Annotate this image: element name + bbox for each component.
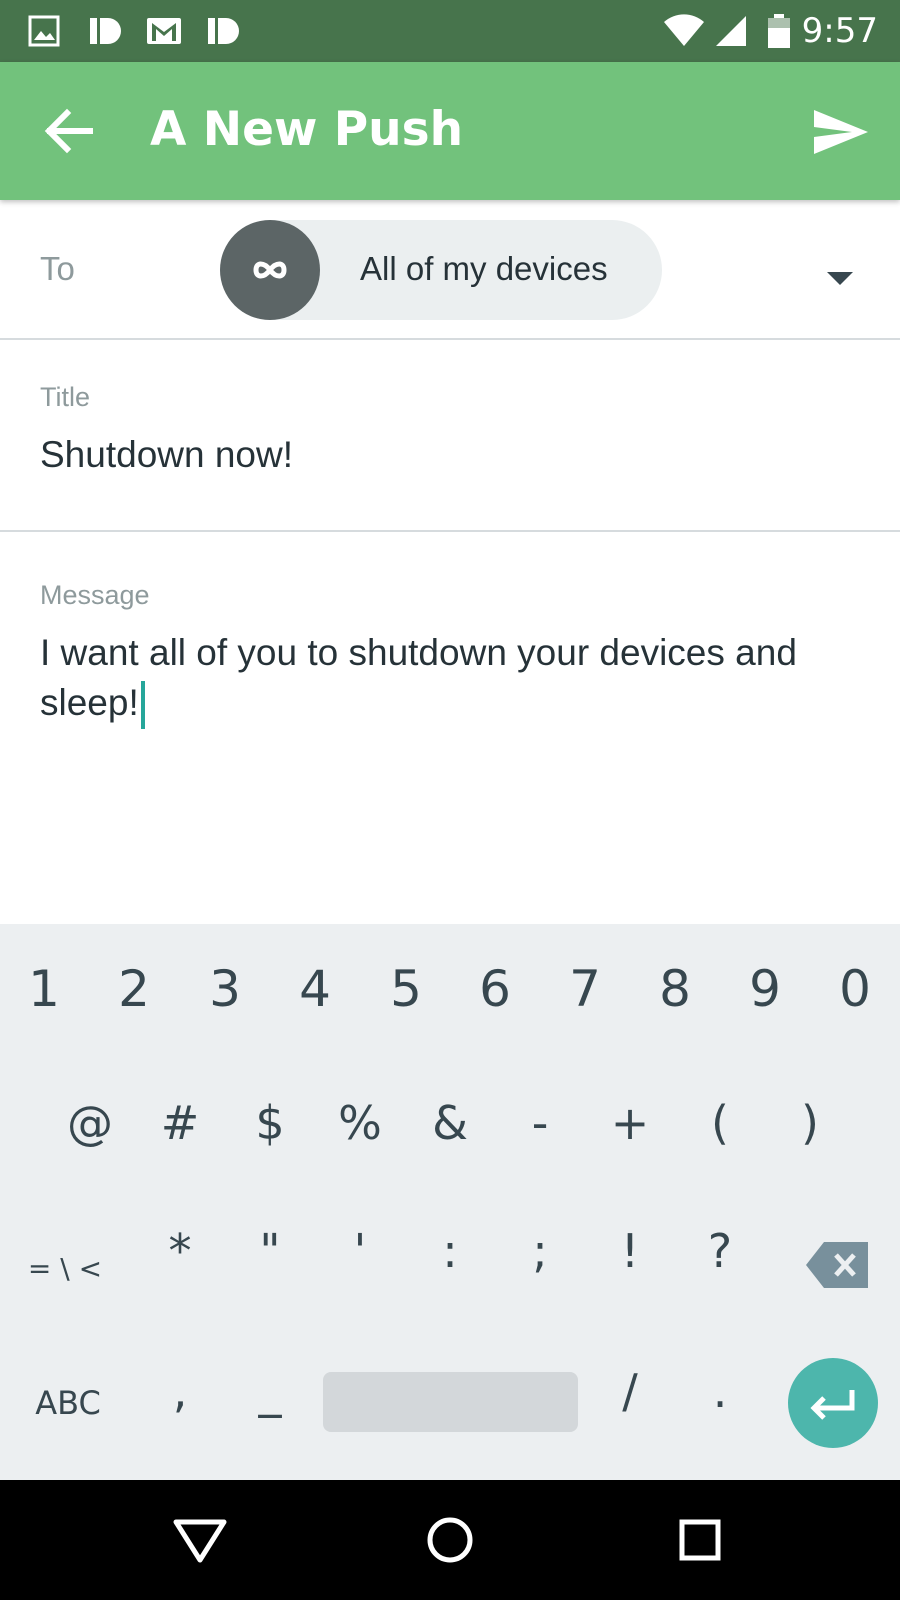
title-input-value[interactable]: Shutdown now! xyxy=(40,430,293,480)
chip-avatar xyxy=(220,220,320,320)
send-icon[interactable] xyxy=(810,102,870,162)
key-9[interactable]: 9 xyxy=(725,960,805,1018)
key-asterisk[interactable]: * xyxy=(140,1224,220,1278)
dropdown-arrow-icon[interactable] xyxy=(827,272,853,285)
key-single-quote[interactable]: ' xyxy=(320,1224,400,1278)
key-2[interactable]: 2 xyxy=(94,960,174,1018)
message-label: Message xyxy=(40,580,150,610)
key-at[interactable]: @ xyxy=(50,1096,130,1150)
key-minus[interactable]: - xyxy=(500,1096,580,1150)
home-circle-icon[interactable] xyxy=(418,1508,482,1572)
page-title: A New Push xyxy=(150,102,464,157)
key-percent[interactable]: % xyxy=(320,1096,400,1150)
key-exclamation[interactable]: ! xyxy=(590,1224,670,1278)
key-dollar[interactable]: $ xyxy=(230,1096,310,1150)
cell-signal-icon xyxy=(716,16,746,46)
gmail-icon xyxy=(147,18,181,44)
key-abc[interactable]: ABC xyxy=(18,1384,118,1422)
backspace-icon[interactable] xyxy=(806,1242,868,1288)
key-period[interactable]: . xyxy=(680,1364,760,1418)
to-label: To xyxy=(40,250,75,287)
key-3[interactable]: 3 xyxy=(185,960,265,1018)
message-input-value[interactable]: I want all of you to shutdown your devic… xyxy=(40,628,870,730)
status-bar: 9:57 xyxy=(0,0,900,62)
pushbullet-icon xyxy=(90,18,121,44)
recipient-row: To All of my devices xyxy=(0,200,900,340)
image-icon xyxy=(28,15,60,47)
key-double-quote[interactable]: " xyxy=(230,1224,310,1278)
message-field[interactable]: Message I want all of you to shutdown yo… xyxy=(0,532,900,924)
enter-button[interactable] xyxy=(788,1358,878,1448)
message-line-2-text: sleep! xyxy=(40,682,139,723)
key-6[interactable]: 6 xyxy=(455,960,535,1018)
navigation-bar xyxy=(0,1480,900,1600)
key-space[interactable] xyxy=(323,1372,578,1432)
app-bar: A New Push xyxy=(0,62,900,200)
recipient-chip[interactable]: All of my devices xyxy=(220,220,662,320)
key-5[interactable]: 5 xyxy=(366,960,446,1018)
title-field[interactable]: Title Shutdown now! xyxy=(0,340,900,532)
back-triangle-icon[interactable] xyxy=(168,1508,232,1572)
enter-icon xyxy=(810,1390,855,1420)
infinity-icon xyxy=(253,261,287,279)
recents-square-icon[interactable] xyxy=(668,1508,732,1572)
keyboard: 1 2 3 4 5 6 7 8 9 0 @ # $ % & - + ( ) = … xyxy=(0,924,900,1480)
key-semicolon[interactable]: ; xyxy=(500,1224,580,1278)
key-question[interactable]: ? xyxy=(680,1224,760,1278)
key-0[interactable]: 0 xyxy=(815,960,895,1018)
key-7[interactable]: 7 xyxy=(545,960,625,1018)
key-comma[interactable]: , xyxy=(140,1364,220,1418)
status-time: 9:57 xyxy=(801,11,878,51)
message-line-1: I want all of you to shutdown your devic… xyxy=(40,632,797,673)
text-cursor xyxy=(140,681,145,730)
battery-icon xyxy=(768,14,790,48)
key-ampersand[interactable]: & xyxy=(410,1096,490,1150)
key-8[interactable]: 8 xyxy=(635,960,715,1018)
key-underscore[interactable]: _ xyxy=(230,1364,310,1418)
key-4[interactable]: 4 xyxy=(275,960,355,1018)
key-close-paren[interactable]: ) xyxy=(770,1096,850,1150)
key-open-paren[interactable]: ( xyxy=(680,1096,760,1150)
key-colon[interactable]: : xyxy=(410,1224,490,1278)
key-slash[interactable]: / xyxy=(590,1364,670,1418)
chip-label: All of my devices xyxy=(360,250,608,287)
title-label: Title xyxy=(40,382,91,412)
wifi-icon xyxy=(664,14,704,46)
arrow-back-icon[interactable] xyxy=(40,102,98,160)
key-plus[interactable]: + xyxy=(590,1096,670,1150)
key-hash[interactable]: # xyxy=(140,1096,220,1150)
pushbullet-icon xyxy=(208,18,239,44)
key-more-symbols[interactable]: = \ < xyxy=(10,1252,120,1285)
key-1[interactable]: 1 xyxy=(4,960,84,1018)
message-line-2: sleep! xyxy=(40,678,870,730)
